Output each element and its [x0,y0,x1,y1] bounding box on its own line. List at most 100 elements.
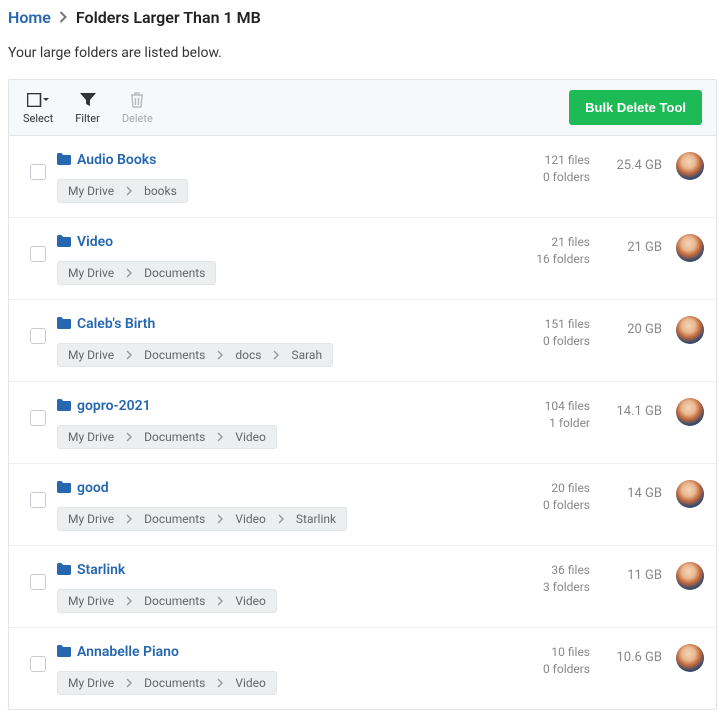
path-segment[interactable]: Documents [134,348,215,362]
chevron-right-icon [124,596,134,606]
breadcrumb-home[interactable]: Home [8,8,51,27]
path-segment[interactable]: Video [225,430,276,444]
folder-icon [57,314,71,333]
filter-icon [80,91,96,109]
chevron-right-icon [276,514,286,524]
row-checkbox[interactable] [30,328,46,344]
row-checkbox[interactable] [30,246,46,262]
files-count: 10 files [510,644,590,661]
folder-icon [57,232,71,251]
page-subtitle: Your large folders are listed below. [0,33,725,79]
folders-count: 16 folders [510,251,590,268]
folder-icon [57,642,71,661]
path-segment[interactable]: Sarah [281,348,332,362]
path-segment[interactable]: Documents [134,594,215,608]
folder-size: 20 GB [590,314,662,337]
folder-stats: 21 files16 folders [510,232,590,268]
owner-avatar[interactable] [676,398,704,426]
row-checkbox[interactable] [30,492,46,508]
folder-path: My Drive Documents docs Sarah [57,343,333,367]
folders-count: 0 folders [510,497,590,514]
chevron-right-icon [215,514,225,524]
folder-row: good My Drive Documents Video Starlink 20 fil… [9,464,716,546]
folder-row: Audio Books My Drive books 121 files0 folde… [9,136,716,218]
path-segment[interactable]: My Drive [58,348,124,362]
folder-path: My Drive Documents Video [57,671,277,695]
folder-icon [57,560,71,579]
select-tool[interactable]: Select [23,91,53,125]
chevron-right-icon [271,350,281,360]
folder-path: My Drive Documents Video Starlink [57,507,347,531]
path-segment[interactable]: My Drive [58,184,124,198]
owner-avatar[interactable] [676,480,704,508]
path-segment[interactable]: books [134,184,187,198]
toolbar: Select Filter Delete Bulk Delete Tool [9,80,716,136]
folder-name-link[interactable]: good [77,480,109,496]
path-segment[interactable]: Documents [134,512,215,526]
path-segment[interactable]: My Drive [58,266,124,280]
path-segment[interactable]: My Drive [58,676,124,690]
folder-name-link[interactable]: Video [77,234,113,250]
path-segment[interactable]: Documents [134,266,215,280]
row-checkbox[interactable] [30,164,46,180]
folder-icon [57,396,71,415]
chevron-right-icon [215,678,225,688]
owner-avatar[interactable] [676,316,704,344]
folder-name-link[interactable]: gopro-2021 [77,398,151,414]
folder-name-link[interactable]: Caleb's Birth [77,316,155,332]
bulk-delete-button[interactable]: Bulk Delete Tool [569,90,702,125]
folder-size: 21 GB [590,232,662,255]
row-checkbox[interactable] [30,656,46,672]
path-segment[interactable]: Video [225,594,276,608]
folder-stats: 10 files0 folders [510,642,590,678]
folder-stats: 121 files0 folders [510,150,590,186]
folder-stats: 104 files1 folder [510,396,590,432]
owner-avatar[interactable] [676,234,704,262]
folder-name-link[interactable]: Audio Books [77,152,156,168]
folder-row: gopro-2021 My Drive Documents Video 104 file… [9,382,716,464]
owner-avatar[interactable] [676,152,704,180]
folder-size: 11 GB [590,560,662,583]
folder-size: 14.1 GB [590,396,662,419]
folder-name-link[interactable]: Annabelle Piano [77,644,179,660]
files-count: 36 files [510,562,590,579]
path-segment[interactable]: Video [225,512,276,526]
folder-size: 25.4 GB [590,150,662,173]
breadcrumb: Home Folders Larger Than 1 MB [0,0,725,33]
path-segment[interactable]: Video [225,676,276,690]
delete-tool[interactable]: Delete [122,91,153,125]
results-panel: Select Filter Delete Bulk Delete Tool Au… [8,79,717,710]
chevron-right-icon [59,8,68,27]
path-segment[interactable]: Documents [134,430,215,444]
chevron-right-icon [215,432,225,442]
files-count: 20 files [510,480,590,497]
chevron-right-icon [124,678,134,688]
path-segment[interactable]: Documents [134,676,215,690]
owner-avatar[interactable] [676,644,704,672]
chevron-right-icon [124,350,134,360]
folder-icon [57,150,71,169]
folder-path: My Drive Documents Video [57,589,277,613]
folder-name-link[interactable]: Starlink [77,562,125,578]
folder-size: 14 GB [590,478,662,501]
folders-count: 0 folders [510,169,590,186]
files-count: 151 files [510,316,590,333]
files-count: 104 files [510,398,590,415]
folder-row: StarlinkMy DriveDocumentsVideo36 files3 … [9,546,716,628]
path-segment[interactable]: My Drive [58,512,124,526]
path-segment[interactable]: My Drive [58,594,124,608]
row-checkbox[interactable] [30,574,46,590]
folders-count: 1 folder [510,415,590,432]
row-checkbox[interactable] [30,410,46,426]
filter-tool[interactable]: Filter [75,91,100,125]
chevron-right-icon [215,350,225,360]
chevron-right-icon [124,514,134,524]
path-segment[interactable]: docs [225,348,271,362]
filter-label: Filter [75,112,100,125]
owner-avatar[interactable] [676,562,704,590]
path-segment[interactable]: My Drive [58,430,124,444]
folder-list: Audio Books My Drive books 121 files0 folde… [9,136,716,709]
folder-row: Video My Drive Documents 21 files16 folders… [9,218,716,300]
path-segment[interactable]: Starlink [286,512,346,526]
folder-stats: 20 files0 folders [510,478,590,514]
